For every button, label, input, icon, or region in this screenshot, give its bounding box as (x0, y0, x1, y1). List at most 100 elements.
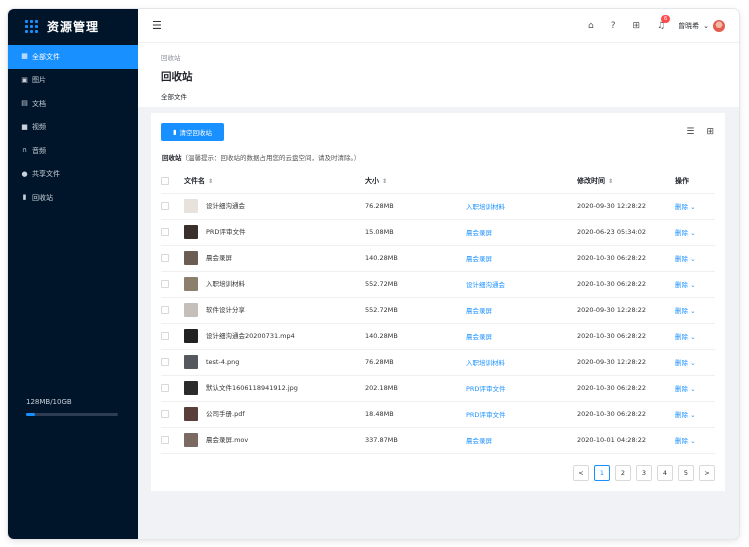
next-page-button[interactable]: > (699, 465, 715, 481)
chevron-down-icon[interactable]: ⌄ (690, 281, 695, 289)
table-row[interactable]: 设计细沟通会 76.28MB 入职培训材料 2020-09-30 12:28:22 删除… (161, 193, 715, 220)
table-row[interactable]: 入职培训材料 552.72MB 设计细沟通会 2020-10-30 06:28:22 删… (161, 271, 715, 298)
sidebar-item-images[interactable]: ▣ 图片 (8, 69, 138, 93)
trash-icon: ▮ (22, 193, 27, 202)
row-checkbox[interactable] (161, 410, 169, 418)
file-name[interactable]: test-4.png (206, 358, 239, 366)
sort-icon[interactable]: ⇕ (382, 178, 387, 185)
table-row[interactable]: test-4.png 76.28MB 入职培训材料 2020-09-30 12:28:… (161, 349, 715, 376)
avatar[interactable] (713, 19, 725, 32)
select-all-checkbox[interactable] (161, 177, 169, 186)
breadcrumb[interactable]: 回收站 (161, 52, 716, 62)
row-checkbox[interactable] (161, 332, 169, 340)
file-folder-link[interactable]: 晨会录屏 (466, 333, 492, 341)
file-folder-link[interactable]: 晨会录屏 (466, 229, 492, 237)
file-name[interactable]: 软件设计分享 (206, 306, 245, 314)
file-name[interactable]: 公司手册.pdf (206, 410, 245, 418)
help-icon[interactable]: ? (611, 21, 616, 31)
file-name[interactable]: 默认文件1606118941912.jpg (206, 384, 298, 392)
notification-bell-icon[interactable]: ♫ 6 (657, 14, 671, 31)
chevron-down-icon[interactable]: ⌄ (690, 359, 695, 367)
delete-button[interactable]: 删除 (675, 255, 688, 263)
file-folder-link[interactable]: 晨会录屏 (466, 255, 492, 263)
page-4-button[interactable]: 4 (657, 465, 673, 481)
file-size: 140.28MB (365, 245, 466, 272)
sidebar-item-shared[interactable]: ● 共享文件 (8, 163, 138, 187)
row-checkbox[interactable] (161, 384, 169, 392)
file-folder-link[interactable]: 设计细沟通会 (466, 281, 505, 289)
delete-button[interactable]: 删除 (675, 411, 688, 419)
row-checkbox[interactable] (161, 202, 169, 210)
table-row[interactable]: PRD评审文件 15.08MB 晨会录屏 2020-06-23 05:34:02 删除 … (161, 219, 715, 246)
file-folder-link[interactable]: 入职培训材料 (466, 359, 505, 367)
file-folder-link-cell: 设计细沟通会 (466, 271, 577, 298)
file-size: 552.72MB (365, 271, 466, 298)
delete-button[interactable]: 删除 (675, 333, 688, 341)
user-menu[interactable]: 曾晓希 ⌄ (678, 19, 725, 32)
table-row[interactable]: 晨会录屏.mov 337.87MB 晨会录屏 2020-10-01 04:28:22 删… (161, 427, 715, 454)
file-folder-link[interactable]: 入职培训材料 (466, 203, 505, 211)
sidebar-item-videos[interactable]: ■ 视频 (8, 116, 138, 140)
page-3-button[interactable]: 3 (636, 465, 652, 481)
table-row[interactable]: 晨会录屏 140.28MB 晨会录屏 2020-10-30 06:28:22 删除 ⌄ (161, 245, 715, 272)
delete-button[interactable]: 删除 (675, 203, 688, 211)
name-column-header[interactable]: 文件名 ⇕ (184, 170, 365, 194)
row-checkbox[interactable] (161, 306, 169, 314)
sidebar-item-recycle-bin[interactable]: ▮ 回收站 (8, 186, 138, 210)
chevron-down-icon[interactable]: ⌄ (690, 411, 695, 419)
delete-button[interactable]: 删除 (675, 359, 688, 367)
chevron-down-icon[interactable]: ⌄ (690, 437, 695, 445)
file-name[interactable]: 设计细沟通会20200731.mp4 (206, 332, 295, 340)
apps-icon[interactable]: ⊞ (633, 21, 641, 31)
sort-icon[interactable]: ⇕ (608, 178, 613, 185)
file-name[interactable]: 晨会录屏 (206, 254, 232, 262)
sidebar-item-label: 全部文件 (32, 52, 60, 61)
row-checkbox[interactable] (161, 436, 169, 444)
file-name[interactable]: 设计细沟通会 (206, 202, 245, 210)
page-1-button[interactable]: 1 (594, 465, 610, 481)
table-row[interactable]: 设计细沟通会20200731.mp4 140.28MB 晨会录屏 2020-10-30… (161, 323, 715, 350)
chevron-down-icon[interactable]: ⌄ (690, 385, 695, 393)
clear-recycle-bin-button[interactable]: ▮ 清空回收站 (161, 123, 224, 141)
chevron-down-icon[interactable]: ⌄ (690, 255, 695, 263)
size-column-header[interactable]: 大小 ⇕ (365, 170, 466, 194)
row-checkbox[interactable] (161, 254, 169, 262)
delete-button[interactable]: 删除 (675, 307, 688, 315)
sidebar-item-audio[interactable]: ∩ 音频 (8, 139, 138, 163)
row-checkbox[interactable] (161, 358, 169, 366)
delete-button[interactable]: 删除 (675, 229, 688, 237)
chevron-down-icon[interactable]: ⌄ (690, 333, 695, 341)
table-row[interactable]: 公司手册.pdf 18.48MB PRD评审文件 2020-10-30 06:28:2… (161, 401, 715, 428)
row-select-cell (161, 427, 184, 454)
chevron-down-icon[interactable]: ⌄ (690, 203, 695, 211)
ops-cell: 删除 ⌄ (675, 427, 715, 454)
delete-button[interactable]: 删除 (675, 385, 688, 393)
file-folder-link[interactable]: 晨会录屏 (466, 307, 492, 315)
row-checkbox[interactable] (161, 280, 169, 288)
file-name[interactable]: 晨会录屏.mov (206, 436, 248, 444)
sidebar-item-all-files[interactable]: ▦ 全部文件 (8, 45, 138, 69)
delete-button[interactable]: 删除 (675, 281, 688, 289)
table-row[interactable]: 软件设计分享 552.72MB 晨会录屏 2020-09-30 12:28:22 删除 … (161, 297, 715, 324)
grid-view-icon[interactable]: ⊞ (706, 127, 714, 137)
file-folder-link[interactable]: PRD评审文件 (466, 385, 505, 393)
list-view-icon[interactable]: ☰ (686, 127, 694, 137)
file-folder-link[interactable]: 晨会录屏 (466, 437, 492, 445)
sidebar: 资源管理 ▦ 全部文件 ▣ 图片 ▤ 文档 ■ 视频 ∩ 音频 ● 共享文件 ▮… (8, 9, 138, 539)
sort-icon[interactable]: ⇕ (208, 178, 213, 185)
time-column-header[interactable]: 修改时间 ⇕ (577, 170, 675, 194)
home-icon[interactable]: ⌂ (588, 21, 594, 31)
prev-page-button[interactable]: < (573, 465, 589, 481)
page-2-button[interactable]: 2 (615, 465, 631, 481)
menu-toggle-icon[interactable]: ☰ (152, 19, 162, 32)
file-name[interactable]: 入职培训材料 (206, 280, 245, 288)
row-checkbox[interactable] (161, 228, 169, 236)
chevron-down-icon[interactable]: ⌄ (690, 307, 695, 315)
page-5-button[interactable]: 5 (678, 465, 694, 481)
file-folder-link[interactable]: PRD评审文件 (466, 411, 505, 419)
file-name[interactable]: PRD评审文件 (206, 228, 245, 236)
sidebar-item-documents[interactable]: ▤ 文档 (8, 92, 138, 116)
table-row[interactable]: 默认文件1606118941912.jpg 202.18MB PRD评审文件 2020… (161, 375, 715, 402)
delete-button[interactable]: 删除 (675, 437, 688, 445)
chevron-down-icon[interactable]: ⌄ (690, 229, 695, 237)
